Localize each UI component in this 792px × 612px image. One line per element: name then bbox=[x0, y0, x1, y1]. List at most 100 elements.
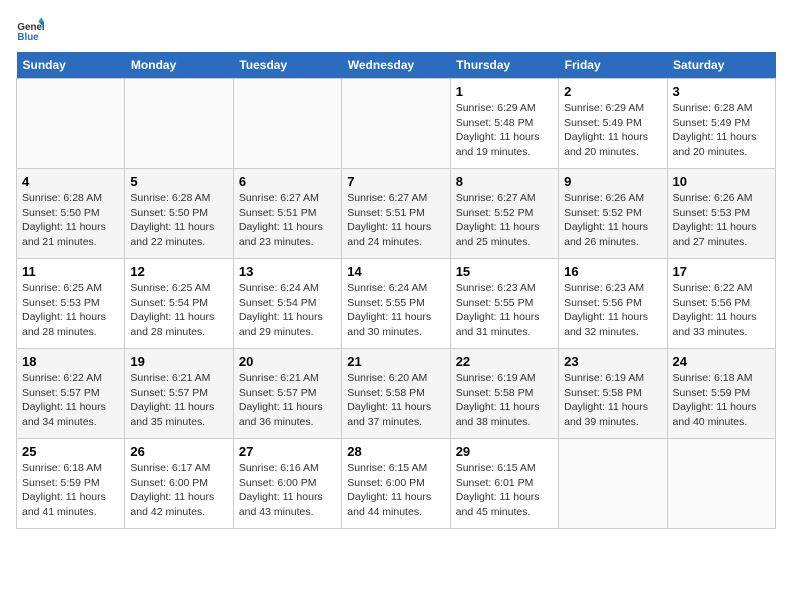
calendar-cell: 13 Sunrise: 6:24 AM Sunset: 5:54 PM Dayli… bbox=[233, 259, 341, 349]
calendar-cell: 25Sunrise: 6:18 AM Sunset: 5:59 PM Dayli… bbox=[17, 439, 125, 529]
calendar-cell: 9 Sunrise: 6:26 AM Sunset: 5:52 PM Daylig… bbox=[559, 169, 667, 259]
week-row-2: 11Sunrise: 6:25 AM Sunset: 5:53 PM Dayli… bbox=[17, 259, 776, 349]
calendar-cell: 4 Sunrise: 6:28 AM Sunset: 5:50 PM Daylig… bbox=[17, 169, 125, 259]
day-number: 13 bbox=[239, 264, 336, 279]
calendar-cell: 29 Sunrise: 6:15 AM Sunset: 6:01 PM Dayli… bbox=[450, 439, 558, 529]
weekday-header-tuesday: Tuesday bbox=[233, 52, 341, 79]
day-info: Sunrise: 6:18 AM Sunset: 5:59 PM Dayligh… bbox=[673, 371, 770, 430]
day-info: Sunrise: 6:27 AM Sunset: 5:52 PM Dayligh… bbox=[456, 191, 553, 250]
weekday-header-monday: Monday bbox=[125, 52, 233, 79]
calendar-cell: 15 Sunrise: 6:23 AM Sunset: 5:55 PM Dayli… bbox=[450, 259, 558, 349]
day-info: Sunrise: 6:26 AM Sunset: 5:53 PM Dayligh… bbox=[673, 191, 770, 250]
day-number: 3 bbox=[673, 84, 770, 99]
weekday-header-row: SundayMondayTuesdayWednesdayThursdayFrid… bbox=[17, 52, 776, 79]
week-row-3: 18 Sunrise: 6:22 AM Sunset: 5:57 PM Dayli… bbox=[17, 349, 776, 439]
day-info: Sunrise: 6:27 AM Sunset: 5:51 PM Dayligh… bbox=[347, 191, 444, 250]
day-info: Sunrise: 6:24 AM Sunset: 5:54 PM Dayligh… bbox=[239, 281, 336, 340]
day-info: Sunrise: 6:15 AM Sunset: 6:01 PM Dayligh… bbox=[456, 461, 553, 520]
calendar-cell: 18 Sunrise: 6:22 AM Sunset: 5:57 PM Dayli… bbox=[17, 349, 125, 439]
day-info: Sunrise: 6:25 AM Sunset: 5:53 PM Dayligh… bbox=[22, 281, 119, 340]
calendar-table: SundayMondayTuesdayWednesdayThursdayFrid… bbox=[16, 52, 776, 529]
day-number: 26 bbox=[130, 444, 227, 459]
day-number: 14 bbox=[347, 264, 444, 279]
logo: General Blue bbox=[16, 16, 48, 44]
day-number: 15 bbox=[456, 264, 553, 279]
day-number: 16 bbox=[564, 264, 661, 279]
day-info: Sunrise: 6:29 AM Sunset: 5:48 PM Dayligh… bbox=[456, 101, 553, 160]
calendar-cell bbox=[559, 439, 667, 529]
day-number: 27 bbox=[239, 444, 336, 459]
calendar-cell bbox=[125, 79, 233, 169]
calendar-cell: 2Sunrise: 6:29 AM Sunset: 5:49 PM Daylig… bbox=[559, 79, 667, 169]
day-number: 7 bbox=[347, 174, 444, 189]
day-number: 12 bbox=[130, 264, 227, 279]
day-number: 4 bbox=[22, 174, 119, 189]
day-info: Sunrise: 6:28 AM Sunset: 5:50 PM Dayligh… bbox=[22, 191, 119, 250]
svg-text:Blue: Blue bbox=[17, 32, 39, 43]
day-number: 28 bbox=[347, 444, 444, 459]
calendar-cell: 14 Sunrise: 6:24 AM Sunset: 5:55 PM Dayli… bbox=[342, 259, 450, 349]
weekday-header-saturday: Saturday bbox=[667, 52, 775, 79]
day-info: Sunrise: 6:22 AM Sunset: 5:56 PM Dayligh… bbox=[673, 281, 770, 340]
day-number: 10 bbox=[673, 174, 770, 189]
day-number: 29 bbox=[456, 444, 553, 459]
day-number: 20 bbox=[239, 354, 336, 369]
day-number: 22 bbox=[456, 354, 553, 369]
week-row-4: 25Sunrise: 6:18 AM Sunset: 5:59 PM Dayli… bbox=[17, 439, 776, 529]
day-info: Sunrise: 6:17 AM Sunset: 6:00 PM Dayligh… bbox=[130, 461, 227, 520]
calendar-cell: 19 Sunrise: 6:21 AM Sunset: 5:57 PM Dayli… bbox=[125, 349, 233, 439]
weekday-header-wednesday: Wednesday bbox=[342, 52, 450, 79]
day-info: Sunrise: 6:26 AM Sunset: 5:52 PM Dayligh… bbox=[564, 191, 661, 250]
day-info: Sunrise: 6:16 AM Sunset: 6:00 PM Dayligh… bbox=[239, 461, 336, 520]
day-info: Sunrise: 6:20 AM Sunset: 5:58 PM Dayligh… bbox=[347, 371, 444, 430]
header: General Blue bbox=[16, 16, 776, 44]
day-number: 5 bbox=[130, 174, 227, 189]
day-number: 6 bbox=[239, 174, 336, 189]
day-info: Sunrise: 6:21 AM Sunset: 5:57 PM Dayligh… bbox=[239, 371, 336, 430]
calendar-cell: 27 Sunrise: 6:16 AM Sunset: 6:00 PM Dayli… bbox=[233, 439, 341, 529]
weekday-header-friday: Friday bbox=[559, 52, 667, 79]
weekday-header-thursday: Thursday bbox=[450, 52, 558, 79]
day-info: Sunrise: 6:21 AM Sunset: 5:57 PM Dayligh… bbox=[130, 371, 227, 430]
calendar-cell: 24 Sunrise: 6:18 AM Sunset: 5:59 PM Dayli… bbox=[667, 349, 775, 439]
day-info: Sunrise: 6:27 AM Sunset: 5:51 PM Dayligh… bbox=[239, 191, 336, 250]
calendar-cell: 17Sunrise: 6:22 AM Sunset: 5:56 PM Dayli… bbox=[667, 259, 775, 349]
week-row-1: 4 Sunrise: 6:28 AM Sunset: 5:50 PM Daylig… bbox=[17, 169, 776, 259]
day-info: Sunrise: 6:19 AM Sunset: 5:58 PM Dayligh… bbox=[456, 371, 553, 430]
calendar-cell: 16 Sunrise: 6:23 AM Sunset: 5:56 PM Dayli… bbox=[559, 259, 667, 349]
calendar-cell: 8Sunrise: 6:27 AM Sunset: 5:52 PM Daylig… bbox=[450, 169, 558, 259]
calendar-cell: 6 Sunrise: 6:27 AM Sunset: 5:51 PM Daylig… bbox=[233, 169, 341, 259]
calendar-cell: 11Sunrise: 6:25 AM Sunset: 5:53 PM Dayli… bbox=[17, 259, 125, 349]
calendar-cell: 20 Sunrise: 6:21 AM Sunset: 5:57 PM Dayli… bbox=[233, 349, 341, 439]
day-number: 2 bbox=[564, 84, 661, 99]
calendar-cell: 28 Sunrise: 6:15 AM Sunset: 6:00 PM Dayli… bbox=[342, 439, 450, 529]
day-number: 23 bbox=[564, 354, 661, 369]
calendar-cell bbox=[17, 79, 125, 169]
week-row-0: 1Sunrise: 6:29 AM Sunset: 5:48 PM Daylig… bbox=[17, 79, 776, 169]
calendar-cell: 10 Sunrise: 6:26 AM Sunset: 5:53 PM Dayli… bbox=[667, 169, 775, 259]
calendar-cell bbox=[667, 439, 775, 529]
day-info: Sunrise: 6:22 AM Sunset: 5:57 PM Dayligh… bbox=[22, 371, 119, 430]
calendar-cell: 3Sunrise: 6:28 AM Sunset: 5:49 PM Daylig… bbox=[667, 79, 775, 169]
calendar-cell: 12Sunrise: 6:25 AM Sunset: 5:54 PM Dayli… bbox=[125, 259, 233, 349]
day-number: 9 bbox=[564, 174, 661, 189]
calendar-cell: 23Sunrise: 6:19 AM Sunset: 5:58 PM Dayli… bbox=[559, 349, 667, 439]
weekday-header-sunday: Sunday bbox=[17, 52, 125, 79]
day-number: 18 bbox=[22, 354, 119, 369]
day-number: 25 bbox=[22, 444, 119, 459]
day-number: 21 bbox=[347, 354, 444, 369]
calendar-cell: 21 Sunrise: 6:20 AM Sunset: 5:58 PM Dayli… bbox=[342, 349, 450, 439]
day-info: Sunrise: 6:23 AM Sunset: 5:55 PM Dayligh… bbox=[456, 281, 553, 340]
calendar-cell bbox=[342, 79, 450, 169]
calendar-cell bbox=[233, 79, 341, 169]
logo-icon: General Blue bbox=[16, 16, 44, 44]
calendar-cell: 7 Sunrise: 6:27 AM Sunset: 5:51 PM Daylig… bbox=[342, 169, 450, 259]
day-info: Sunrise: 6:24 AM Sunset: 5:55 PM Dayligh… bbox=[347, 281, 444, 340]
day-info: Sunrise: 6:23 AM Sunset: 5:56 PM Dayligh… bbox=[564, 281, 661, 340]
calendar-cell: 26 Sunrise: 6:17 AM Sunset: 6:00 PM Dayli… bbox=[125, 439, 233, 529]
day-number: 24 bbox=[673, 354, 770, 369]
calendar-cell: 5Sunrise: 6:28 AM Sunset: 5:50 PM Daylig… bbox=[125, 169, 233, 259]
day-info: Sunrise: 6:15 AM Sunset: 6:00 PM Dayligh… bbox=[347, 461, 444, 520]
day-number: 19 bbox=[130, 354, 227, 369]
calendar-cell: 22 Sunrise: 6:19 AM Sunset: 5:58 PM Dayli… bbox=[450, 349, 558, 439]
